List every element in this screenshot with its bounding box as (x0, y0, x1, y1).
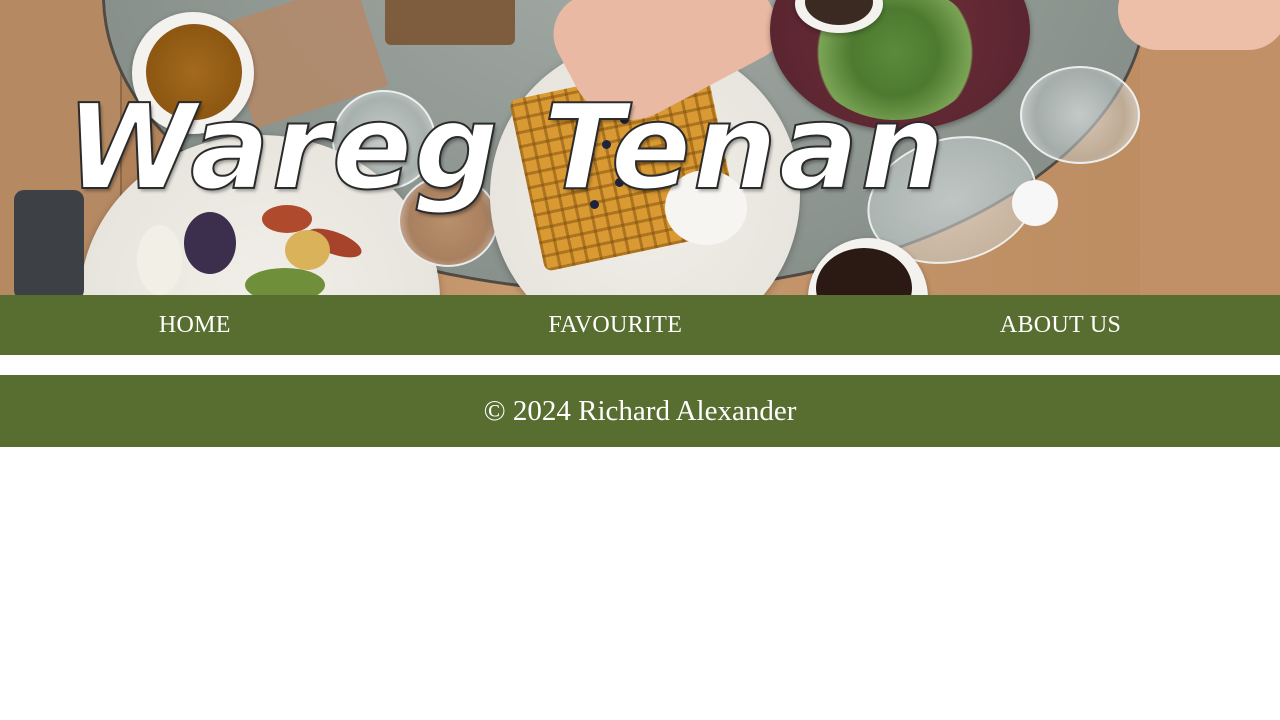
site-title: Wareg Tenan (65, 78, 947, 216)
arm (1118, 0, 1280, 50)
content-spacer (0, 355, 1280, 375)
nav-home-link[interactable]: HOME (159, 312, 231, 339)
cutting-board (385, 0, 515, 45)
nav-favourite-link[interactable]: FAVOURITE (548, 312, 682, 339)
hero-banner: Wareg Tenan (0, 0, 1280, 295)
water-glass (1020, 66, 1140, 164)
nav-about-us-link[interactable]: ABOUT US (1000, 312, 1121, 339)
copyright-text: © 2024 Richard Alexander (483, 394, 797, 427)
footer: © 2024 Richard Alexander (0, 375, 1280, 447)
food-item (184, 212, 236, 274)
main-navigation: HOME FAVOURITE ABOUT US (0, 295, 1280, 355)
food-item (285, 230, 330, 270)
page-body (0, 447, 1280, 720)
food-item (137, 225, 182, 295)
bottle-cap (1012, 180, 1058, 226)
food-item (245, 268, 325, 295)
